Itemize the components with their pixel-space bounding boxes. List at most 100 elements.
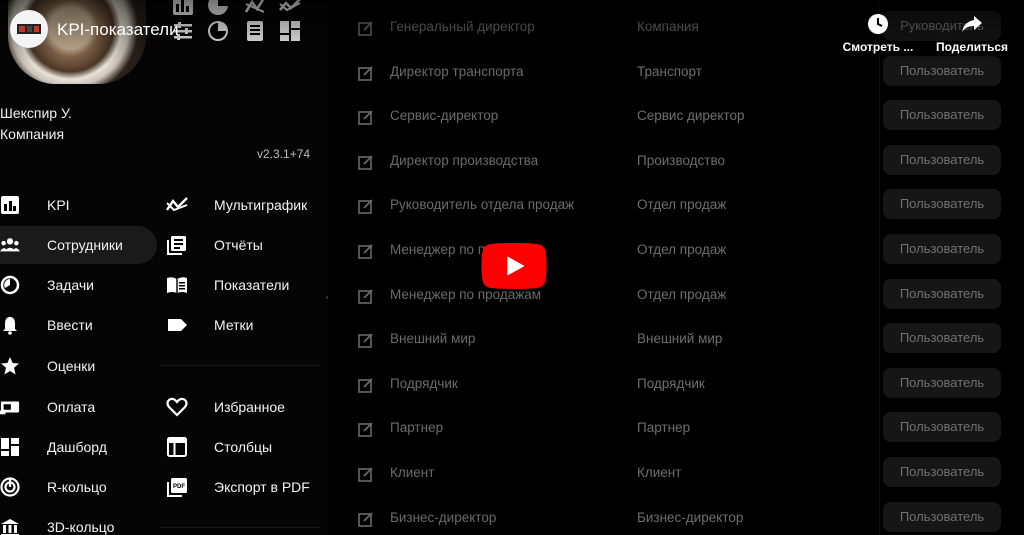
bell-input-icon — [3, 317, 17, 335]
role-badge[interactable]: Пользователь — [883, 189, 1001, 220]
nav-item-export-pdf[interactable]: PDF Экспорт в PDF — [166, 468, 326, 506]
share-button[interactable]: Поделиться — [927, 13, 1017, 54]
edit-icon[interactable] — [358, 198, 374, 215]
nav-item-label: Показатели — [214, 277, 290, 293]
edit-icon[interactable] — [358, 65, 374, 81]
edit-icon[interactable] — [358, 109, 374, 125]
role-badge[interactable]: Пользователь — [883, 278, 1001, 309]
sidebar: Шекспир У. Компания v2.3.1+74 KPI Сотруд… — [0, 0, 328, 535]
table-row[interactable]: Директор производства Производство Пользов… — [328, 140, 1024, 184]
nav-item-label: Ввести — [47, 317, 93, 333]
nav-item-ratings[interactable]: Оценки — [0, 347, 157, 385]
edit-icon[interactable] — [358, 154, 374, 170]
video-title[interactable]: KPI-показатели — [57, 20, 179, 40]
app-version: v2.3.1+74 — [257, 147, 311, 161]
table-row[interactable]: Руководитель отдела продаж Отдел продаж По… — [328, 184, 1024, 228]
nav-item-label: Столбцы — [214, 439, 273, 455]
play-button-icon[interactable] — [481, 243, 547, 289]
table-row[interactable]: Бизнес-директор Бизнес-директор Пользовате… — [328, 497, 1024, 535]
watch-later-label: Смотреть ... — [842, 40, 914, 54]
table-row[interactable]: Сервис-директор Сервис директор Пользовате… — [328, 95, 1024, 139]
video-top-bar: KPI-показатели Смотреть ... Поделиться — [0, 0, 1024, 66]
nav-item-label: Сотрудники — [47, 237, 123, 253]
role-badge[interactable]: Пользователь — [883, 412, 1001, 443]
edit-icon[interactable] — [358, 332, 374, 348]
nav-item-kpi[interactable]: KPI — [0, 186, 157, 224]
nav-item-tasks[interactable]: Задачи — [0, 266, 157, 304]
svg-text:PDF: PDF — [173, 484, 185, 490]
role-badge[interactable]: Пользователь — [883, 501, 1001, 532]
employee-department: Бизнес-директор — [637, 509, 744, 525]
nav-item-employees[interactable]: Сотрудники — [0, 226, 157, 264]
employee-position: Директор производства — [390, 152, 539, 168]
table-row[interactable]: Партнер Партнер Пользователь — [328, 407, 1024, 451]
table-row[interactable]: Менеджер по продажам Отдел продаж Пользова… — [328, 274, 1024, 318]
nav-item-favorites[interactable]: Избранное — [166, 388, 326, 426]
employee-position: Бизнес-директор — [390, 509, 497, 525]
nav-item-label: Оплата — [47, 399, 96, 415]
watch-later-button[interactable]: Смотреть ... — [833, 13, 923, 54]
columns-icon — [167, 437, 187, 457]
table-row[interactable]: Клиент Клиент Пользователь — [328, 452, 1024, 496]
edit-icon[interactable] — [358, 377, 374, 393]
edit-icon[interactable] — [358, 421, 374, 438]
3d-ring-icon — [1, 519, 19, 535]
r-ring-icon — [0, 477, 20, 497]
employee-position: Подрядчик — [390, 375, 458, 391]
role-badge[interactable]: Пользователь — [883, 367, 1001, 398]
employee-position: Партнер — [390, 420, 444, 436]
nav-item-payment[interactable]: Оплата — [0, 388, 157, 426]
employee-department: Внешний мир — [637, 331, 723, 347]
employee-department: Подрядчик — [637, 375, 705, 391]
employee-department: Партнер — [637, 420, 691, 436]
kpi-bar-chart-icon — [1, 196, 19, 214]
nav-item-label: Отчёты — [214, 237, 263, 253]
nav-item-label: 3D-кольцо — [47, 519, 115, 535]
reports-icon — [167, 236, 186, 255]
nav-item-labels[interactable]: Метки — [166, 306, 326, 344]
nav-item-label: Экспорт в PDF — [214, 479, 310, 495]
people-icon — [0, 238, 20, 252]
table-row[interactable]: Внешний мир Внешний мир Пользователь — [328, 318, 1024, 362]
table-row[interactable]: Менеджер по продажам Отдел продаж Пользова… — [328, 229, 1024, 273]
clock-icon — [868, 14, 888, 34]
nav-item-label: Оценки — [47, 358, 96, 374]
employee-position: Клиент — [390, 465, 435, 480]
role-badge[interactable]: Пользователь — [883, 234, 1001, 264]
nav-item-r-ring[interactable]: R-кольцо — [0, 468, 157, 506]
indicators-icon — [167, 277, 187, 293]
role-badge[interactable]: Пользователь — [883, 323, 1001, 354]
nav-item-label: Задачи — [47, 277, 95, 293]
tasks-icon — [0, 275, 20, 295]
nav-item-indicators[interactable]: Показатели — [166, 266, 326, 304]
multichart-icon — [166, 197, 188, 212]
edit-icon[interactable] — [358, 466, 374, 482]
nav-item-multichart[interactable]: Мультиграфик — [166, 186, 326, 224]
share-label: Поделиться — [935, 40, 1009, 54]
role-badge[interactable]: Пользователь — [883, 100, 1001, 131]
channel-logo[interactable] — [10, 10, 48, 48]
nav-item-label: Избранное — [214, 399, 285, 415]
label-tag-icon — [168, 319, 187, 331]
role-badge[interactable]: Пользователь — [883, 457, 1001, 487]
nav-item-label: Дашборд — [47, 439, 107, 455]
edit-icon[interactable] — [358, 511, 374, 527]
edit-icon[interactable] — [358, 288, 374, 304]
channel-logo-icon — [17, 24, 41, 34]
nav-item-input[interactable]: Ввести — [0, 306, 157, 344]
nav-item-dashboard[interactable]: Дашборд — [0, 428, 157, 466]
employee-department: Производство — [637, 152, 726, 168]
user-company: Компания — [0, 126, 65, 142]
user-name: Шекспир У. — [0, 105, 72, 121]
table-row[interactable]: Подрядчик Подрядчик Пользователь — [328, 363, 1024, 407]
nav-item-reports[interactable]: Отчёты — [166, 226, 326, 264]
edit-icon[interactable] — [358, 243, 374, 259]
share-arrow-icon — [962, 16, 982, 32]
employee-department: Сервис директор — [637, 108, 745, 124]
nav-item-label: KPI — [47, 197, 70, 213]
nav-item-label: Мультиграфик — [214, 197, 308, 213]
nav-item-3d-ring[interactable]: 3D-кольцо — [0, 508, 157, 535]
role-badge[interactable]: Пользователь — [883, 144, 1001, 175]
nav-item-columns[interactable]: Столбцы — [166, 428, 326, 466]
pdf-icon: PDF — [167, 478, 187, 497]
